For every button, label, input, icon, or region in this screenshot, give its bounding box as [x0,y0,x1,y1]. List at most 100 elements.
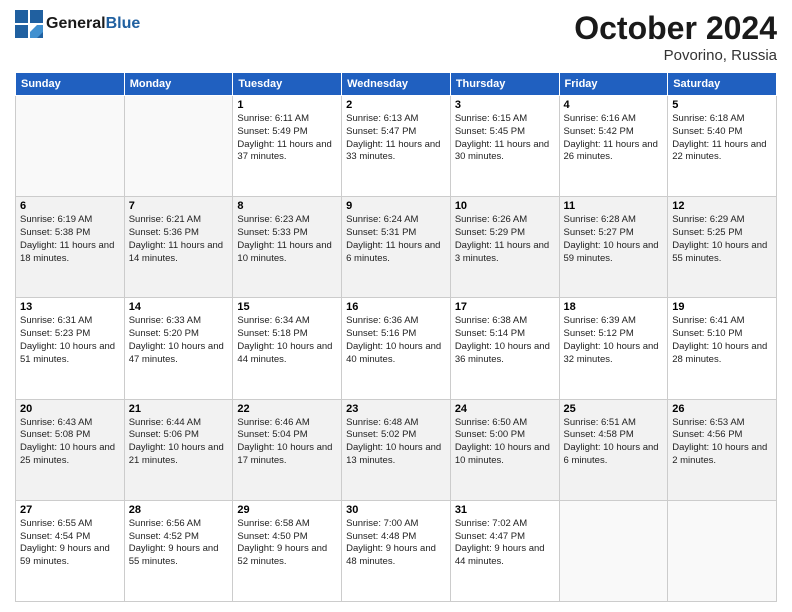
day-number: 29 [237,504,337,516]
day-number: 23 [346,403,446,415]
day-info: Sunrise: 6:15 AM Sunset: 5:45 PM Dayligh… [455,113,555,164]
title-block: October 2024 Povorino, Russia [574,10,777,64]
day-info: Sunrise: 7:02 AM Sunset: 4:47 PM Dayligh… [455,518,555,569]
table-row [668,500,777,601]
day-number: 6 [20,200,120,212]
table-row: 2Sunrise: 6:13 AM Sunset: 5:47 PM Daylig… [342,96,451,197]
logo: GeneralBlue [15,10,140,38]
day-info: Sunrise: 6:46 AM Sunset: 5:04 PM Dayligh… [237,417,337,468]
day-info: Sunrise: 6:21 AM Sunset: 5:36 PM Dayligh… [129,214,229,265]
day-info: Sunrise: 6:19 AM Sunset: 5:38 PM Dayligh… [20,214,120,265]
day-number: 12 [672,200,772,212]
header-sunday: Sunday [16,73,125,96]
day-info: Sunrise: 6:51 AM Sunset: 4:58 PM Dayligh… [564,417,664,468]
logo-icon [15,10,43,38]
calendar-week-row: 1 Sunrise: 6:11 AM Sunset: 5:49 PM Daylig… [16,96,777,197]
day-number: 8 [237,200,337,212]
header-wednesday: Wednesday [342,73,451,96]
table-row: 7Sunrise: 6:21 AM Sunset: 5:36 PM Daylig… [124,197,233,298]
table-row: 12 Sunrise: 6:29 AM Sunset: 5:25 PM Dayli… [668,197,777,298]
table-row: 15 Sunrise: 6:34 AM Sunset: 5:18 PM Dayli… [233,298,342,399]
table-row: 11 Sunrise: 6:28 AM Sunset: 5:27 PM Dayli… [559,197,668,298]
table-row: 13Sunrise: 6:31 AM Sunset: 5:23 PM Dayli… [16,298,125,399]
month-title: October 2024 [574,10,777,47]
calendar-week-row: 20Sunrise: 6:43 AM Sunset: 5:08 PM Dayli… [16,399,777,500]
day-info: Sunrise: 6:29 AM Sunset: 5:25 PM Dayligh… [672,214,772,265]
header-saturday: Saturday [668,73,777,96]
calendar-table: Sunday Monday Tuesday Wednesday Thursday… [15,72,777,602]
day-info: Sunrise: 6:50 AM Sunset: 5:00 PM Dayligh… [455,417,555,468]
header-tuesday: Tuesday [233,73,342,96]
table-row: 31 Sunrise: 7:02 AM Sunset: 4:47 PM Dayli… [450,500,559,601]
table-row: 23Sunrise: 6:48 AM Sunset: 5:02 PM Dayli… [342,399,451,500]
day-info: Sunrise: 6:34 AM Sunset: 5:18 PM Dayligh… [237,315,337,366]
day-info: Sunrise: 6:31 AM Sunset: 5:23 PM Dayligh… [20,315,120,366]
day-number: 15 [237,301,337,313]
day-info: Sunrise: 6:55 AM Sunset: 4:54 PM Dayligh… [20,518,120,569]
table-row: 20Sunrise: 6:43 AM Sunset: 5:08 PM Dayli… [16,399,125,500]
day-number: 21 [129,403,229,415]
day-number: 4 [564,99,664,111]
table-row: 24 Sunrise: 6:50 AM Sunset: 5:00 PM Dayli… [450,399,559,500]
day-info: Sunrise: 6:11 AM Sunset: 5:49 PM Dayligh… [237,113,337,164]
table-row: 10Sunrise: 6:26 AM Sunset: 5:29 PM Dayli… [450,197,559,298]
day-number: 10 [455,200,555,212]
calendar-week-row: 27 Sunrise: 6:55 AM Sunset: 4:54 PM Dayli… [16,500,777,601]
day-number: 1 [237,99,337,111]
table-row: 9 Sunrise: 6:24 AM Sunset: 5:31 PM Daylig… [342,197,451,298]
table-row: 4 Sunrise: 6:16 AM Sunset: 5:42 PM Daylig… [559,96,668,197]
day-number: 5 [672,99,772,111]
day-info: Sunrise: 6:28 AM Sunset: 5:27 PM Dayligh… [564,214,664,265]
day-number: 31 [455,504,555,516]
table-row: 28 Sunrise: 6:56 AM Sunset: 4:52 PM Dayli… [124,500,233,601]
location: Povorino, Russia [574,47,777,64]
day-number: 28 [129,504,229,516]
day-info: Sunrise: 6:24 AM Sunset: 5:31 PM Dayligh… [346,214,446,265]
day-number: 26 [672,403,772,415]
day-info: Sunrise: 6:53 AM Sunset: 4:56 PM Dayligh… [672,417,772,468]
day-number: 9 [346,200,446,212]
table-row [124,96,233,197]
logo-text: GeneralBlue [46,15,140,33]
day-info: Sunrise: 6:13 AM Sunset: 5:47 PM Dayligh… [346,113,446,164]
day-number: 3 [455,99,555,111]
weekday-header-row: Sunday Monday Tuesday Wednesday Thursday… [16,73,777,96]
day-number: 14 [129,301,229,313]
day-number: 19 [672,301,772,313]
day-number: 25 [564,403,664,415]
header-friday: Friday [559,73,668,96]
day-info: Sunrise: 6:23 AM Sunset: 5:33 PM Dayligh… [237,214,337,265]
table-row: 21 Sunrise: 6:44 AM Sunset: 5:06 PM Dayli… [124,399,233,500]
table-row: 25 Sunrise: 6:51 AM Sunset: 4:58 PM Dayli… [559,399,668,500]
day-number: 17 [455,301,555,313]
page: GeneralBlue October 2024 Povorino, Russi… [0,0,792,612]
table-row: 26 Sunrise: 6:53 AM Sunset: 4:56 PM Dayli… [668,399,777,500]
table-row: 19 Sunrise: 6:41 AM Sunset: 5:10 PM Dayli… [668,298,777,399]
day-number: 24 [455,403,555,415]
day-info: Sunrise: 6:33 AM Sunset: 5:20 PM Dayligh… [129,315,229,366]
table-row: 27 Sunrise: 6:55 AM Sunset: 4:54 PM Dayli… [16,500,125,601]
day-number: 22 [237,403,337,415]
header: GeneralBlue October 2024 Povorino, Russi… [15,10,777,64]
table-row: 5Sunrise: 6:18 AM Sunset: 5:40 PM Daylig… [668,96,777,197]
day-info: Sunrise: 6:36 AM Sunset: 5:16 PM Dayligh… [346,315,446,366]
table-row: 16Sunrise: 6:36 AM Sunset: 5:16 PM Dayli… [342,298,451,399]
calendar-week-row: 6 Sunrise: 6:19 AM Sunset: 5:38 PM Daylig… [16,197,777,298]
table-row: 14 Sunrise: 6:33 AM Sunset: 5:20 PM Dayli… [124,298,233,399]
table-row: 22 Sunrise: 6:46 AM Sunset: 5:04 PM Dayli… [233,399,342,500]
table-row [559,500,668,601]
day-info: Sunrise: 6:16 AM Sunset: 5:42 PM Dayligh… [564,113,664,164]
table-row: 1 Sunrise: 6:11 AM Sunset: 5:49 PM Daylig… [233,96,342,197]
calendar-week-row: 13Sunrise: 6:31 AM Sunset: 5:23 PM Dayli… [16,298,777,399]
day-info: Sunrise: 6:43 AM Sunset: 5:08 PM Dayligh… [20,417,120,468]
table-row: 30Sunrise: 7:00 AM Sunset: 4:48 PM Dayli… [342,500,451,601]
day-number: 11 [564,200,664,212]
day-info: Sunrise: 6:44 AM Sunset: 5:06 PM Dayligh… [129,417,229,468]
header-thursday: Thursday [450,73,559,96]
header-monday: Monday [124,73,233,96]
table-row: 8 Sunrise: 6:23 AM Sunset: 5:33 PM Daylig… [233,197,342,298]
day-info: Sunrise: 6:41 AM Sunset: 5:10 PM Dayligh… [672,315,772,366]
day-number: 30 [346,504,446,516]
day-number: 27 [20,504,120,516]
day-info: Sunrise: 6:56 AM Sunset: 4:52 PM Dayligh… [129,518,229,569]
